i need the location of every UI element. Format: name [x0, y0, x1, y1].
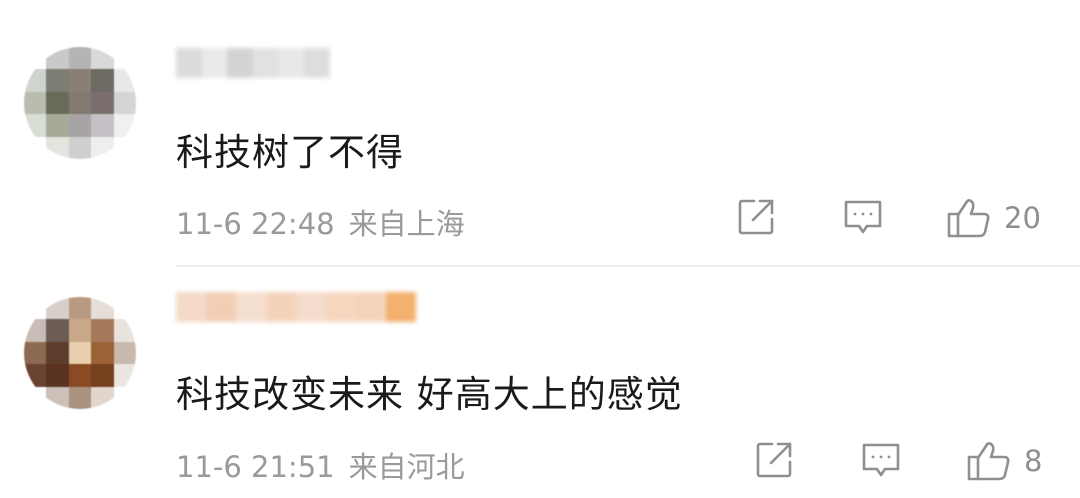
divider [176, 265, 1080, 267]
comment-icon [860, 440, 902, 480]
comment-text: 科技树了不得 [176, 131, 404, 174]
comment-item: 科技树了不得 11-6 22:48 来自上海 20 [0, 0, 1080, 267]
comment-button[interactable] [842, 197, 884, 237]
comment-item: 科技改变未来 好高大上的感觉 11-6 21:51 来自河北 8 [0, 268, 1080, 498]
comment-location: 来自上海 [348, 207, 465, 241]
username-blurred[interactable] [176, 48, 331, 78]
username-blurred[interactable] [176, 292, 416, 322]
comment-text: 科技改变未来 好高大上的感觉 [176, 373, 683, 416]
comment-icon [842, 197, 884, 237]
repost-icon [754, 440, 794, 480]
like-count: 20 [1004, 201, 1041, 235]
comment-meta: 11-6 22:48 来自上海 [176, 201, 465, 243]
thumbs-up-icon [946, 197, 992, 239]
comment-feed: 科技树了不得 11-6 22:48 来自上海 20 科技改变未来 好高大上的感觉… [0, 0, 1080, 498]
comment-button[interactable] [860, 440, 902, 480]
avatar[interactable] [24, 47, 136, 159]
avatar[interactable] [24, 297, 136, 409]
repost-icon [736, 197, 776, 237]
like-button[interactable]: 8 [966, 440, 1042, 482]
comment-time: 11-6 21:51 [176, 450, 335, 484]
repost-button[interactable] [754, 440, 794, 480]
like-count: 8 [1024, 444, 1043, 478]
comment-location: 来自河北 [348, 450, 465, 484]
repost-button[interactable] [736, 197, 776, 237]
like-button[interactable]: 20 [946, 197, 1041, 239]
comment-meta: 11-6 21:51 来自河北 [176, 444, 465, 486]
thumbs-up-icon [966, 440, 1012, 482]
comment-time: 11-6 22:48 [176, 207, 335, 241]
